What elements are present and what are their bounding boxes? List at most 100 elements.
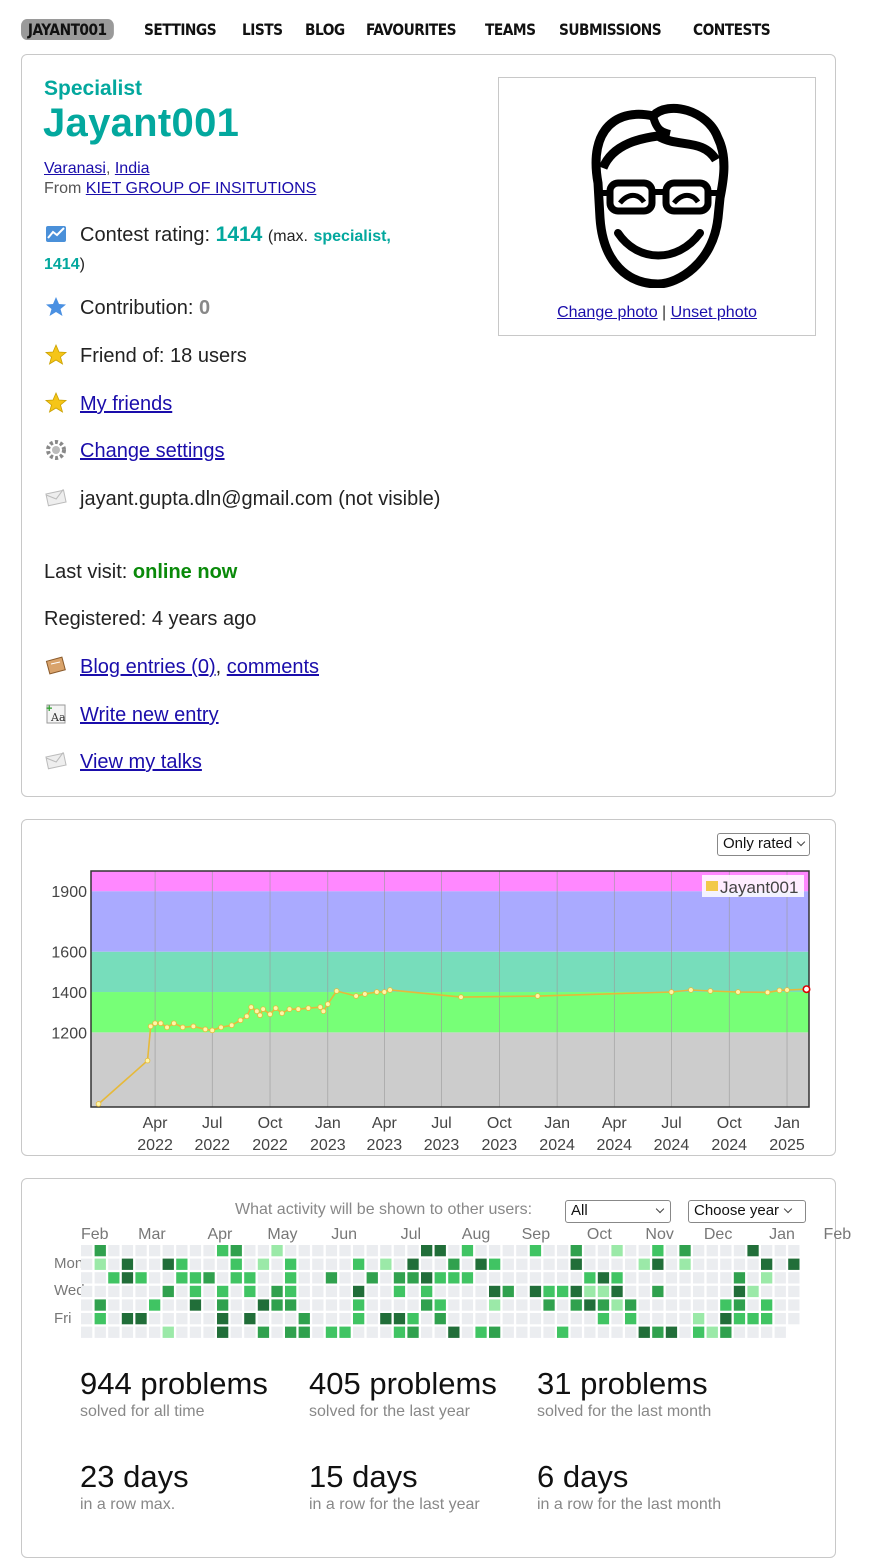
activity-cell[interactable] [625, 1245, 637, 1257]
activity-cell[interactable] [189, 1272, 202, 1284]
activity-cell[interactable] [625, 1313, 637, 1325]
activity-cell[interactable] [489, 1313, 501, 1325]
activity-cell[interactable] [203, 1326, 215, 1338]
activity-cell[interactable] [257, 1272, 270, 1284]
rating-point[interactable] [171, 1020, 177, 1027]
activity-cell[interactable] [244, 1272, 256, 1284]
activity-cell[interactable] [81, 1272, 93, 1284]
activity-cell[interactable] [638, 1326, 650, 1338]
activity-cell[interactable] [597, 1326, 610, 1338]
activity-cell[interactable] [298, 1258, 310, 1270]
activity-cell[interactable] [516, 1326, 528, 1338]
activity-cell[interactable] [706, 1285, 718, 1298]
activity-cell[interactable] [557, 1313, 569, 1325]
rating-point[interactable] [209, 1027, 216, 1034]
activity-cell[interactable] [298, 1272, 310, 1284]
rating-point[interactable] [735, 989, 741, 995]
activity-cell[interactable] [393, 1299, 406, 1311]
activity-cell[interactable] [353, 1299, 365, 1311]
activity-cell[interactable] [584, 1258, 596, 1270]
activity-cell[interactable] [149, 1326, 161, 1338]
rating-point[interactable] [776, 987, 783, 994]
activity-cell[interactable] [189, 1313, 202, 1325]
activity-cell[interactable] [108, 1299, 120, 1311]
activity-cell[interactable] [706, 1258, 718, 1270]
rating-point[interactable] [257, 1012, 263, 1019]
activity-cell[interactable] [529, 1299, 542, 1311]
activity-cell[interactable] [244, 1258, 256, 1270]
activity-cell[interactable] [516, 1299, 528, 1311]
activity-cell[interactable] [747, 1313, 759, 1325]
activity-cell[interactable] [325, 1285, 338, 1298]
activity-cell[interactable] [761, 1272, 773, 1284]
activity-cell[interactable] [720, 1326, 732, 1338]
activity-cell[interactable] [693, 1299, 705, 1311]
activity-cell[interactable] [312, 1299, 324, 1311]
activity-cell[interactable] [448, 1245, 460, 1257]
activity-cell[interactable] [94, 1258, 106, 1270]
rating-point[interactable] [164, 1024, 170, 1031]
activity-cell[interactable] [516, 1313, 528, 1325]
activity-cell[interactable] [108, 1258, 120, 1270]
activity-cell[interactable] [366, 1272, 378, 1284]
activity-cell[interactable] [312, 1245, 324, 1257]
activity-cell[interactable] [638, 1245, 650, 1257]
activity-cell[interactable] [366, 1299, 378, 1311]
activity-cell[interactable] [162, 1326, 174, 1338]
activity-cell[interactable] [94, 1285, 106, 1298]
nav-profile[interactable]: JAYANT001 [21, 18, 114, 40]
activity-cell[interactable] [353, 1313, 365, 1325]
activity-cell[interactable] [217, 1285, 229, 1298]
activity-cell[interactable] [720, 1272, 732, 1284]
activity-cell[interactable] [298, 1313, 310, 1325]
rating-point[interactable] [190, 1023, 197, 1030]
activity-cell[interactable] [434, 1245, 446, 1257]
activity-cell[interactable] [271, 1299, 283, 1311]
rating-point[interactable] [147, 1023, 154, 1030]
activity-cell[interactable] [339, 1326, 351, 1338]
view-talks-link[interactable]: View my talks [80, 751, 202, 773]
activity-cell[interactable] [108, 1272, 120, 1284]
activity-cell[interactable] [230, 1258, 242, 1270]
activity-cell[interactable] [543, 1326, 555, 1338]
activity-cell[interactable] [475, 1326, 487, 1338]
activity-cell[interactable] [189, 1285, 202, 1298]
nav-blog[interactable]: BLOG [305, 20, 345, 39]
activity-cell[interactable] [788, 1245, 800, 1257]
activity-cell[interactable] [312, 1326, 324, 1338]
activity-cell[interactable] [230, 1245, 242, 1257]
activity-cell[interactable] [366, 1245, 378, 1257]
activity-cell[interactable] [788, 1313, 800, 1325]
activity-cell[interactable] [597, 1299, 610, 1311]
activity-cell[interactable] [502, 1313, 514, 1325]
activity-cell[interactable] [217, 1299, 229, 1311]
activity-cell[interactable] [421, 1245, 433, 1257]
activity-cell[interactable] [434, 1313, 446, 1325]
activity-cell[interactable] [502, 1258, 514, 1270]
activity-cell[interactable] [693, 1272, 705, 1284]
activity-cell[interactable] [706, 1245, 718, 1257]
activity-cell[interactable] [407, 1258, 419, 1270]
activity-cell[interactable] [135, 1326, 147, 1338]
activity-cell[interactable] [162, 1299, 174, 1311]
activity-cell[interactable] [489, 1272, 501, 1284]
activity-cell[interactable] [393, 1272, 406, 1284]
activity-cell[interactable] [189, 1258, 202, 1270]
rating-point[interactable] [784, 987, 790, 993]
activity-cell[interactable] [693, 1258, 705, 1270]
activity-cell[interactable] [393, 1326, 406, 1338]
change-photo-link[interactable]: Change photo [557, 304, 658, 321]
activity-cell[interactable] [162, 1258, 174, 1270]
activity-cell[interactable] [611, 1245, 623, 1257]
activity-cell[interactable] [121, 1272, 134, 1284]
activity-cell[interactable] [543, 1313, 555, 1325]
rating-point[interactable] [157, 1020, 164, 1027]
rating-point[interactable] [295, 1006, 302, 1012]
activity-cell[interactable] [257, 1285, 270, 1298]
activity-cell[interactable] [679, 1299, 691, 1311]
activity-cell[interactable] [570, 1326, 582, 1338]
activity-cell[interactable] [747, 1245, 759, 1257]
activity-cell[interactable] [706, 1299, 718, 1311]
unset-photo-link[interactable]: Unset photo [671, 304, 757, 321]
activity-cell[interactable] [625, 1272, 637, 1284]
